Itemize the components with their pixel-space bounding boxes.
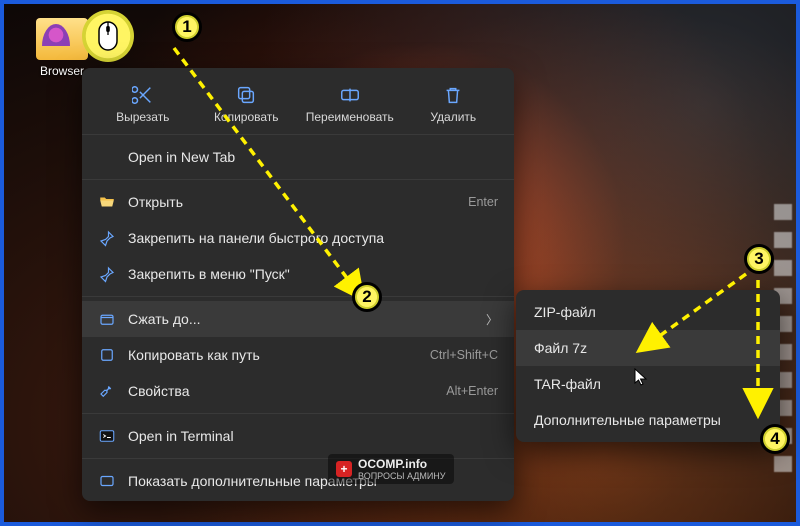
- compress-submenu: ZIP-файл Файл 7z TAR-файл Дополнительные…: [516, 290, 780, 442]
- plus-icon: +: [336, 461, 352, 477]
- shortcut: Enter: [468, 195, 498, 209]
- watermark-sub: ВОПРОСЫ АДМИНУ: [358, 471, 446, 481]
- submenu-zip[interactable]: ZIP-файл: [516, 294, 780, 330]
- shortcut: Ctrl+Shift+C: [430, 348, 498, 362]
- folder-open-icon: [98, 193, 116, 211]
- rename-button[interactable]: Переименовать: [299, 80, 401, 128]
- wrench-icon: [98, 382, 116, 400]
- rename-icon: [339, 84, 361, 106]
- blank-icon: [98, 148, 116, 166]
- menu-label: Закрепить на панели быстрого доступа: [128, 230, 498, 246]
- watermark-brand: OCOMP.info: [358, 457, 446, 471]
- rename-label: Переименовать: [306, 110, 394, 124]
- menu-open[interactable]: Открыть Enter: [82, 184, 514, 220]
- menu-label: Копировать как путь: [128, 347, 410, 363]
- annotation-marker-2: 2: [352, 282, 382, 312]
- separator: [82, 134, 514, 135]
- marker-number: 1: [182, 17, 191, 37]
- path-icon: [98, 346, 116, 364]
- mouse-badge: [82, 10, 134, 62]
- cut-button[interactable]: Вырезать: [92, 80, 194, 128]
- separator: [82, 179, 514, 180]
- marker-number: 3: [754, 249, 763, 269]
- chevron-right-icon: 〉: [486, 311, 498, 328]
- submenu-label: Файл 7z: [534, 340, 587, 356]
- desktop-folder[interactable]: Browser: [34, 18, 90, 78]
- menu-pin-start[interactable]: Закрепить в меню "Пуск": [82, 256, 514, 292]
- watermark: + OCOMP.info ВОПРОСЫ АДМИНУ: [328, 454, 454, 484]
- menu-label: Сжать до...: [128, 311, 468, 327]
- separator: [82, 296, 514, 297]
- menu-compress-to[interactable]: Сжать до... 〉: [82, 301, 514, 337]
- pin-icon: [98, 229, 116, 247]
- menu-label: Свойства: [128, 383, 426, 399]
- submenu-tar[interactable]: TAR-файл: [516, 366, 780, 402]
- submenu-7z[interactable]: Файл 7z: [516, 330, 780, 366]
- top-action-row: Вырезать Копировать Переименовать Удалит…: [82, 74, 514, 130]
- menu-properties[interactable]: Свойства Alt+Enter: [82, 373, 514, 409]
- trash-icon: [442, 84, 464, 106]
- more-icon: [98, 472, 116, 490]
- archive-icon: [98, 310, 116, 328]
- shortcut: Alt+Enter: [446, 384, 498, 398]
- submenu-label: ZIP-файл: [534, 304, 596, 320]
- cut-label: Вырезать: [116, 110, 169, 124]
- copy-icon: [235, 84, 257, 106]
- menu-label: Open in New Tab: [128, 149, 498, 165]
- cursor-icon: [634, 368, 648, 386]
- menu-pin-quick-access[interactable]: Закрепить на панели быстрого доступа: [82, 220, 514, 256]
- scissors-icon: [132, 84, 154, 106]
- delete-label: Удалить: [430, 110, 476, 124]
- menu-open-new-tab[interactable]: Open in New Tab: [82, 139, 514, 175]
- marker-number: 4: [770, 429, 779, 449]
- folder-icon: [36, 18, 88, 60]
- menu-copy-as-path[interactable]: Копировать как путь Ctrl+Shift+C: [82, 337, 514, 373]
- copy-label: Копировать: [214, 110, 279, 124]
- delete-button[interactable]: Удалить: [403, 80, 505, 128]
- annotation-marker-1: 1: [172, 12, 202, 42]
- copy-button[interactable]: Копировать: [196, 80, 298, 128]
- submenu-label: TAR-файл: [534, 376, 601, 392]
- submenu-more-options[interactable]: Дополнительные параметры: [516, 402, 780, 438]
- mouse-icon: [96, 21, 120, 51]
- context-menu: Вырезать Копировать Переименовать Удалит…: [82, 68, 514, 501]
- menu-open-terminal[interactable]: Open in Terminal: [82, 418, 514, 454]
- menu-label: Открыть: [128, 194, 448, 210]
- menu-label: Закрепить в меню "Пуск": [128, 266, 498, 282]
- terminal-icon: [98, 427, 116, 445]
- separator: [82, 413, 514, 414]
- submenu-label: Дополнительные параметры: [534, 412, 721, 428]
- menu-label: Open in Terminal: [128, 428, 498, 444]
- annotation-marker-3: 3: [744, 244, 774, 274]
- pin-icon: [98, 265, 116, 283]
- annotation-marker-4: 4: [760, 424, 790, 454]
- marker-number: 2: [362, 287, 371, 307]
